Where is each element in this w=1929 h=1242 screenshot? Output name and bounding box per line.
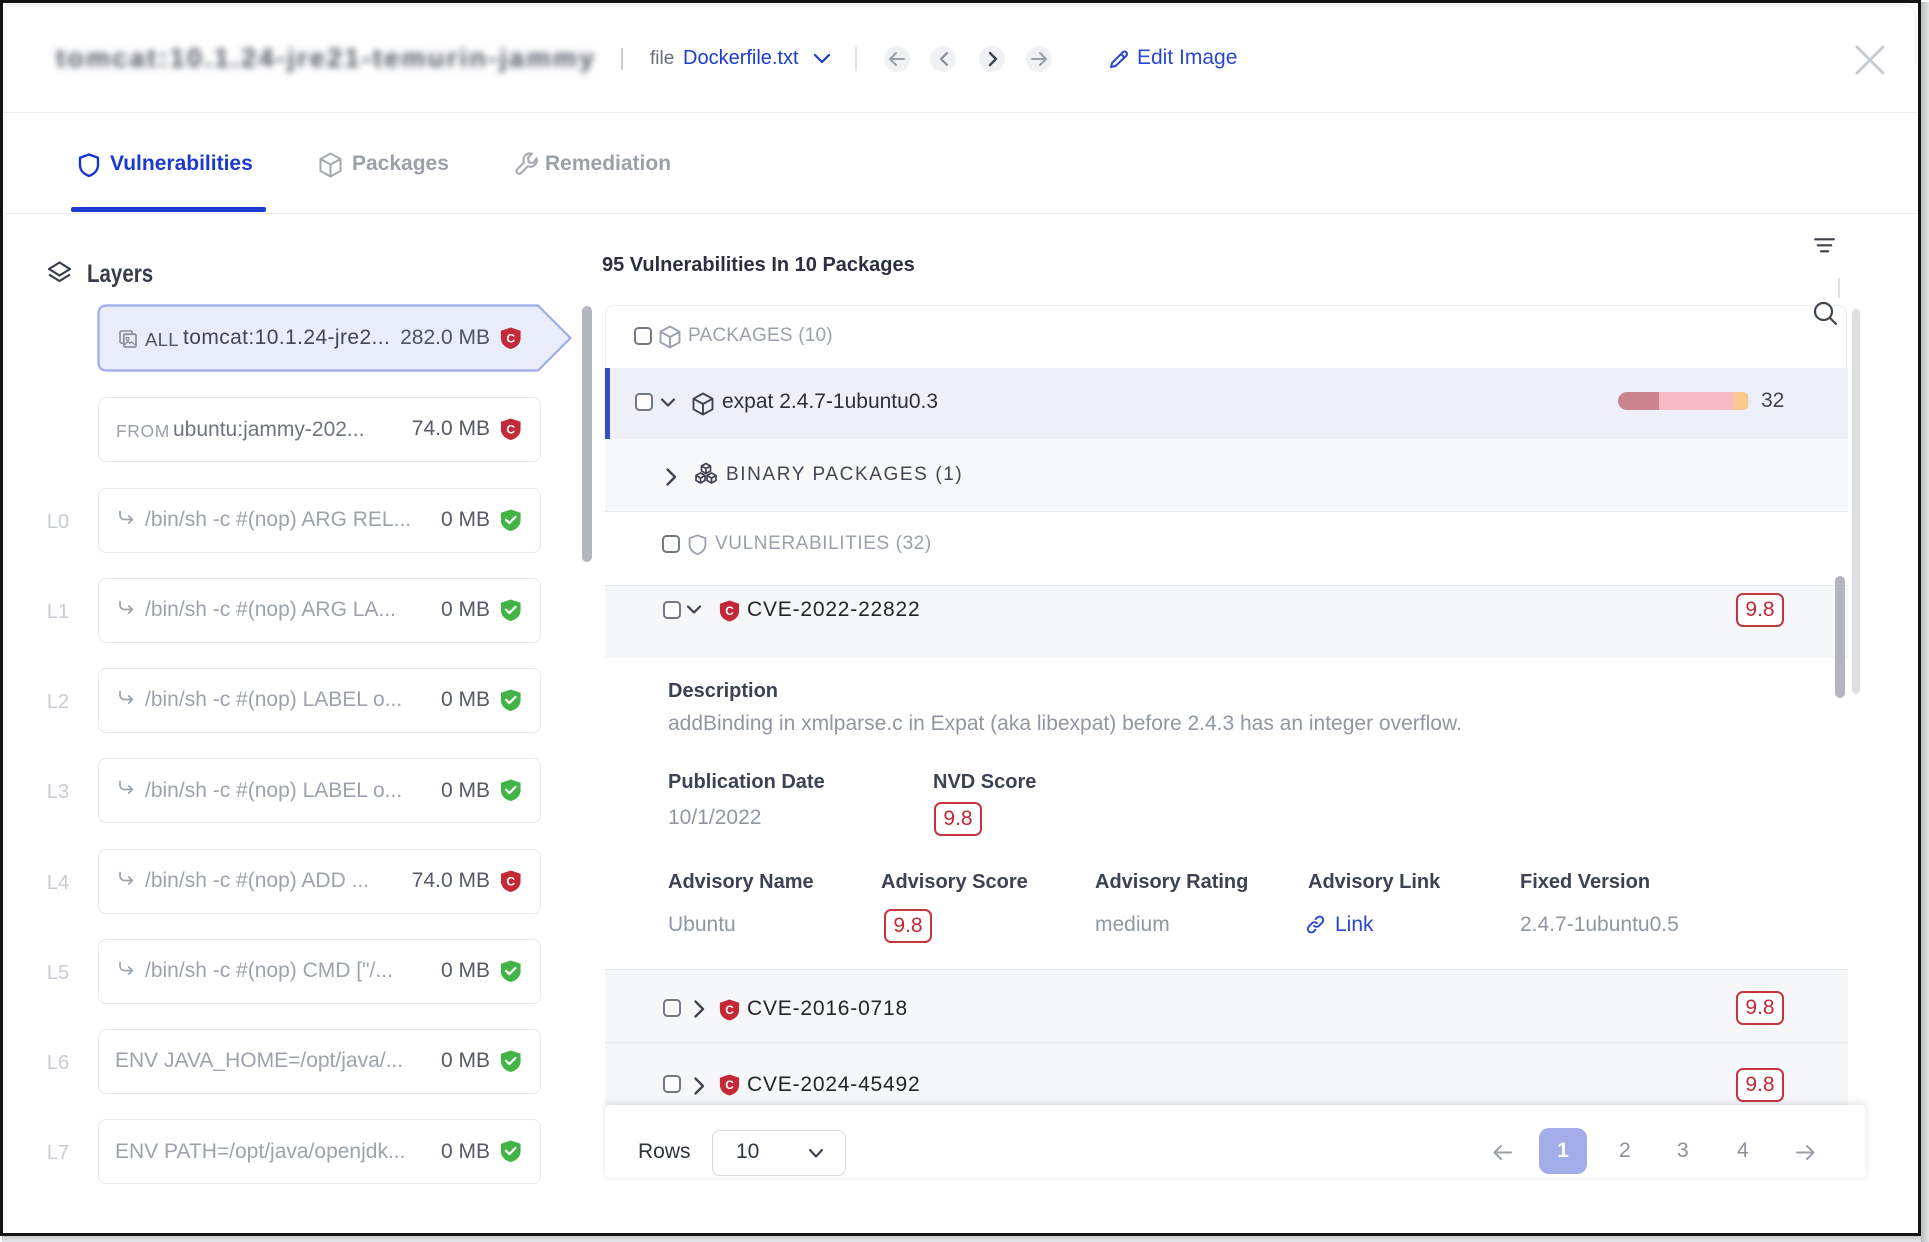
svg-text:C: C: [506, 331, 515, 345]
svg-text:C: C: [506, 422, 515, 436]
